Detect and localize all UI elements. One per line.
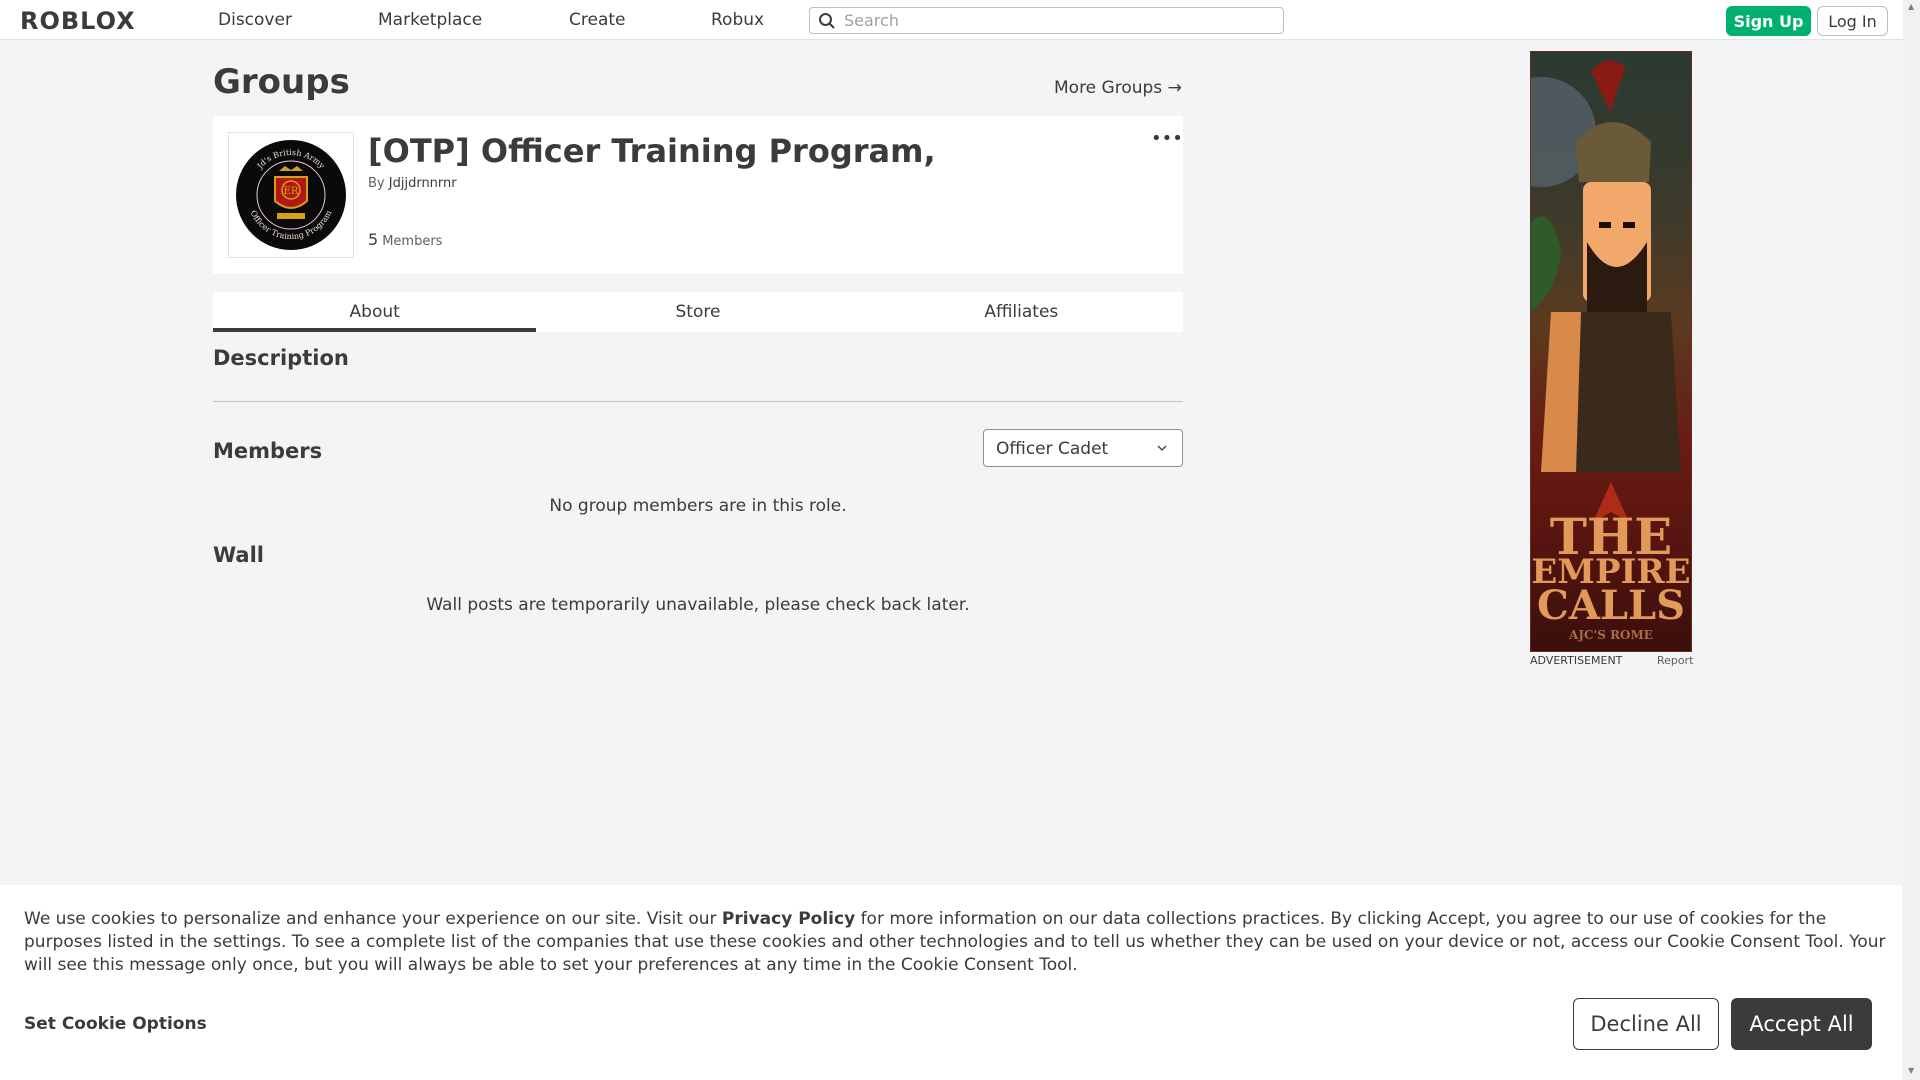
group-tabs: About Store Affiliates <box>213 292 1183 332</box>
no-members-message: No group members are in this role. <box>549 496 847 516</box>
group-emblem-image: Jd's British Army Officer Training Progr… <box>236 140 346 250</box>
nav-marketplace[interactable]: Marketplace <box>378 10 482 30</box>
advertisement-banner[interactable]: THE EMPIRE CALLS AJC'S ROME <box>1530 51 1692 652</box>
log-in-button[interactable]: Log In <box>1817 6 1888 36</box>
scroll-down-arrow-icon[interactable]: ▼ <box>1908 1066 1914 1075</box>
cookie-consent-text: We use cookies to personalize and enhanc… <box>24 908 1886 977</box>
tab-about[interactable]: About <box>213 292 537 332</box>
advertisement-label: ADVERTISEMENT <box>1530 654 1623 667</box>
nav-create[interactable]: Create <box>569 10 626 30</box>
cookie-text-before: We use cookies to personalize and enhanc… <box>24 909 722 929</box>
group-owner-line: By Jdjjdrnnrnr <box>368 176 457 191</box>
nav-discover[interactable]: Discover <box>218 10 292 30</box>
set-cookie-options-link[interactable]: Set Cookie Options <box>24 1014 207 1034</box>
tab-store[interactable]: Store <box>536 292 859 332</box>
search-icon <box>819 13 835 29</box>
group-header-card: Jd's British Army Officer Training Progr… <box>213 116 1183 274</box>
cookie-consent-banner: We use cookies to personalize and enhanc… <box>0 885 1902 1080</box>
group-emblem: Jd's British Army Officer Training Progr… <box>228 132 354 258</box>
description-heading: Description <box>213 346 349 370</box>
section-divider <box>213 401 1183 402</box>
group-member-count: 5 Members <box>368 230 442 249</box>
ad-line-3: CALLS <box>1536 582 1685 629</box>
page-scrollbar[interactable] <box>1903 0 1920 1080</box>
role-dropdown-value: Officer Cadet <box>996 439 1109 459</box>
member-count-value: 5 <box>368 230 379 249</box>
group-owner-link[interactable]: Jdjjdrnnrnr <box>389 176 457 191</box>
nav-robux[interactable]: Robux <box>711 10 764 30</box>
search-box[interactable] <box>809 7 1284 34</box>
more-groups-link[interactable]: More Groups → <box>1054 78 1182 98</box>
members-heading: Members <box>213 439 323 463</box>
group-name: [OTP] Officer Training Program, <box>368 132 936 170</box>
chevron-down-icon <box>1157 445 1167 451</box>
accept-all-button[interactable]: Accept All <box>1731 998 1872 1050</box>
scroll-up-arrow-icon[interactable]: ▲ <box>1908 2 1914 11</box>
tab-affiliates[interactable]: Affiliates <box>860 292 1183 332</box>
by-prefix: By <box>368 176 385 191</box>
report-ad-link[interactable]: Report <box>1657 654 1693 667</box>
wall-unavailable-message: Wall posts are temporarily unavailable, … <box>426 595 970 615</box>
member-count-label: Members <box>382 234 443 249</box>
top-navigation-bar: ROBLOX Discover Marketplace Create Robux… <box>0 0 1920 40</box>
role-dropdown[interactable]: Officer Cadet <box>983 429 1183 467</box>
search-input[interactable] <box>844 10 1274 31</box>
roblox-logo[interactable]: ROBLOX <box>20 7 136 35</box>
wall-heading: Wall <box>213 543 264 567</box>
ad-line-4: AJC'S ROME <box>1569 628 1653 642</box>
privacy-policy-link[interactable]: Privacy Policy <box>722 909 855 929</box>
more-options-icon[interactable]: ••• <box>1151 128 1183 149</box>
sign-up-button[interactable]: Sign Up <box>1726 6 1811 36</box>
decline-all-button[interactable]: Decline All <box>1573 998 1719 1050</box>
page-title: Groups <box>213 62 350 102</box>
emblem-center-text: ER <box>284 186 299 197</box>
